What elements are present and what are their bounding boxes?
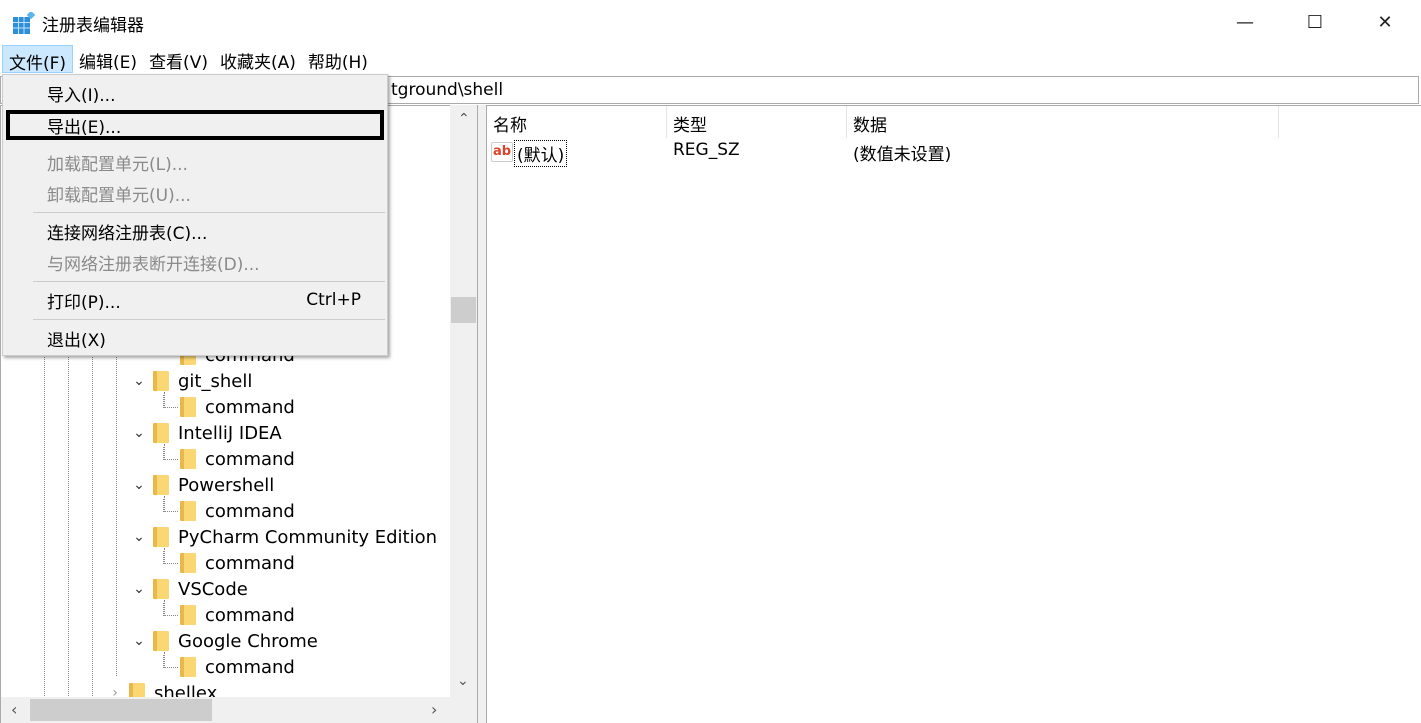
folder-icon [153, 475, 169, 495]
menu-separator [33, 319, 385, 320]
folder-icon [180, 449, 196, 469]
chevron-down-icon[interactable]: ⌄ [131, 529, 147, 545]
menu-favorites[interactable]: 收藏夹(A) [214, 45, 302, 73]
folder-icon [180, 605, 196, 625]
window-title: 注册表编辑器 [42, 16, 144, 36]
tree-node-label: command [205, 500, 295, 522]
menu-edit[interactable]: 编辑(E) [73, 45, 143, 73]
tree-node-label: git_shell [178, 370, 253, 392]
menu-bar: 文件(F) 编辑(E) 查看(V) 收藏夹(A) 帮助(H) [0, 45, 1421, 74]
menu-item-exit[interactable]: 退出(X) [3, 323, 387, 353]
tree-connector [163, 654, 178, 668]
value-name: (默认) [514, 140, 568, 167]
menu-file[interactable]: 文件(F) [2, 45, 74, 74]
chevron-down-icon[interactable]: ⌄ [131, 425, 147, 441]
scroll-up-icon[interactable]: ⌃ [458, 111, 470, 127]
chevron-down-icon[interactable]: ⌄ [131, 581, 147, 597]
scroll-down-icon[interactable]: ⌄ [457, 673, 469, 689]
menu-item-print[interactable]: 打印(P)... Ctrl+P [3, 285, 387, 315]
menu-item-print-label: 打印(P)... [47, 292, 121, 313]
column-header-name[interactable]: 名称 [487, 106, 667, 138]
tree-vertical-scrollbar[interactable]: ⌃ ⌄ [450, 105, 477, 697]
folder-icon [153, 371, 169, 391]
tree-connector [163, 602, 178, 616]
address-text: tground\shell [391, 80, 504, 100]
tree-horizontal-scrollbar[interactable]: ‹ › [1, 697, 477, 723]
tree-connector [163, 446, 178, 460]
minimize-button[interactable]: — [1210, 0, 1280, 45]
maximize-button[interactable]: ☐ [1280, 0, 1350, 45]
column-header-data[interactable]: 数据 [847, 106, 1279, 138]
folder-icon [153, 579, 169, 599]
menu-view[interactable]: 查看(V) [143, 45, 214, 73]
tree-node[interactable]: command [163, 602, 295, 628]
tree-node[interactable]: ⌄ Google Chrome [131, 628, 318, 654]
folder-icon [180, 657, 196, 677]
tree-node[interactable]: command [163, 654, 295, 680]
tree-connector [163, 550, 178, 564]
scroll-thumb[interactable] [451, 297, 476, 323]
tree-node-label: VSCode [178, 578, 248, 600]
regedit-app-icon [13, 12, 35, 34]
chevron-down-icon[interactable]: ⌄ [131, 373, 147, 389]
tree-node-label: command [205, 604, 295, 626]
tree-node-label: command [205, 396, 295, 418]
tree-connector [163, 394, 178, 408]
tree-node-label: Powershell [178, 474, 275, 496]
value-type: REG_SZ [673, 140, 740, 160]
tree-node[interactable]: command [163, 498, 295, 524]
menu-item-connect-network-registry[interactable]: 连接网络注册表(C)... [3, 216, 387, 246]
tree-node-label: command [205, 552, 295, 574]
tree-node-label: IntelliJ IDEA [178, 422, 282, 444]
menu-item-load-hive: 加载配置单元(L)... [47, 154, 188, 175]
value-data: (数值未设置) [853, 145, 952, 165]
title-bar: 注册表编辑器 — ☐ ✕ [0, 0, 1421, 45]
folder-icon [180, 501, 196, 521]
values-list[interactable]: 名称 类型 数据 ab (默认) REG_SZ (数值未设置) [486, 105, 1421, 723]
chevron-down-icon[interactable]: ⌄ [131, 477, 147, 493]
scroll-left-icon[interactable]: ‹ [11, 700, 17, 719]
pane-splitter[interactable] [478, 105, 486, 723]
tree-node[interactable]: ⌄ IntelliJ IDEA [131, 420, 282, 446]
scroll-thumb[interactable] [30, 699, 212, 721]
close-button[interactable]: ✕ [1350, 0, 1420, 45]
tree-node[interactable]: command [163, 550, 295, 576]
file-menu-dropdown: 导入(I)... 导出(E)... 加载配置单元(L)... 卸载配置单元(U)… [2, 74, 388, 356]
tree-node-label: command [205, 448, 295, 470]
folder-icon [153, 527, 169, 547]
tree-node[interactable]: ⌄ git_shell [131, 368, 252, 394]
folder-icon [153, 423, 169, 443]
tree-node[interactable]: ⌄ Powershell [131, 472, 274, 498]
tree-node-label: PyCharm Community Edition [178, 526, 438, 548]
chevron-down-icon[interactable]: ⌄ [131, 633, 147, 649]
tree-node-label: Google Chrome [178, 630, 318, 652]
tree-node[interactable]: ⌄ VSCode [131, 576, 248, 602]
menu-item-import[interactable]: 导入(I)... [3, 78, 387, 108]
menu-separator [33, 212, 385, 213]
scroll-right-icon[interactable]: › [431, 700, 437, 719]
tree-connector [163, 498, 178, 512]
menu-separator [33, 281, 385, 282]
tree-node-label: command [205, 656, 295, 678]
string-value-icon: ab [491, 142, 513, 162]
menu-item-export[interactable]: 导出(E)... [6, 110, 384, 140]
folder-icon [153, 631, 169, 651]
menu-help[interactable]: 帮助(H) [302, 45, 374, 73]
menu-item-disconnect-network-registry: 与网络注册表断开连接(D)... [47, 254, 260, 275]
folder-icon [180, 397, 196, 417]
folder-icon [180, 553, 196, 573]
tree-node[interactable]: ⌄ PyCharm Community Edition [131, 524, 437, 550]
column-header-type[interactable]: 类型 [667, 106, 847, 138]
menu-item-print-shortcut: Ctrl+P [306, 290, 361, 310]
menu-item-unload-hive: 卸载配置单元(U)... [47, 185, 191, 206]
tree-node[interactable]: command [163, 446, 295, 472]
tree-node[interactable]: command [163, 394, 295, 420]
